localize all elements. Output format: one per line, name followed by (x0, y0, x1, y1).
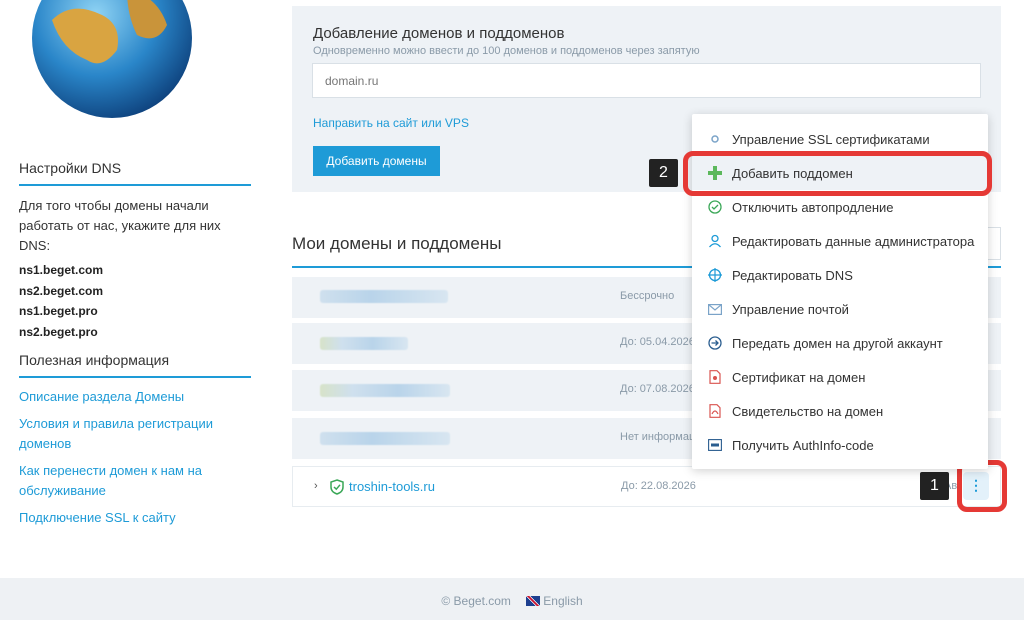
menu-item-edit-dns[interactable]: Редактировать DNS (692, 258, 988, 292)
add-domains-subtitle: Одновременно можно ввести до 100 доменов… (313, 45, 700, 57)
menu-item-mail[interactable]: Управление почтой (692, 292, 988, 326)
link-registration-rules[interactable]: Условия и правила регистрации доменов (19, 414, 251, 455)
footer: © Beget.com English (0, 578, 1024, 620)
useful-info-title: Полезная информация (19, 352, 251, 378)
transfer-icon (707, 335, 723, 351)
menu-item-label: Редактировать данные администратора (732, 233, 975, 249)
menu-item-authinfo[interactable]: Получить AuthInfo-code (692, 428, 988, 462)
menu-item-label: Свидетельство на домен (732, 403, 884, 419)
highlight-ring-add-subdomain (683, 151, 992, 196)
copyright-text: © Beget.com (441, 594, 511, 608)
link-ssl-connect[interactable]: Подключение SSL к сайту (19, 508, 251, 529)
domain-status: До: 22.08.2026 (621, 480, 696, 492)
link-transfer-domain[interactable]: Как перенести домен к нам на обслуживани… (19, 461, 251, 502)
step-badge-2: 2 (649, 159, 678, 187)
domain-status: До: 07.08.2026 (620, 383, 695, 395)
menu-item-label: Передать домен на другой аккаунт (732, 335, 943, 351)
globe-logo-icon (32, 0, 192, 118)
blurred-domain-name (320, 337, 408, 350)
step-badge-1: 1 (920, 472, 949, 500)
chevron-right-icon[interactable]: › (314, 480, 318, 492)
menu-item-label: Управление почтой (732, 301, 849, 317)
useful-info-section: Полезная информация Описание раздела Дом… (19, 352, 251, 528)
menu-item-label: Сертификат на домен (732, 369, 866, 385)
menu-item-label: Получить AuthInfo-code (732, 437, 874, 453)
blurred-domain-name (320, 290, 448, 303)
blurred-domain-name (320, 384, 450, 397)
dns-settings-text: Для того чтобы домены начали работать от… (19, 198, 221, 253)
pdf-icon (707, 403, 723, 419)
link-domains-description[interactable]: Описание раздела Домены (19, 387, 251, 408)
menu-item-label: Отключить автопродление (732, 199, 894, 215)
sidebar: Настройки DNS Для того чтобы домены нача… (0, 0, 270, 578)
envelope-icon (707, 301, 723, 317)
nameserver: ns1.beget.com (19, 263, 104, 277)
domain-input[interactable] (312, 63, 981, 98)
menu-item-label: Управление SSL сертификатами (732, 131, 930, 147)
user-icon (707, 233, 723, 249)
uk-flag-icon (526, 596, 541, 606)
menu-item-transfer[interactable]: Передать домен на другой аккаунт (692, 326, 988, 360)
nameserver: ns2.beget.com (19, 283, 104, 298)
nameserver: ns1.beget.pro (19, 304, 98, 318)
menu-item-certificate[interactable]: Сертификат на домен (692, 360, 988, 394)
blurred-domain-name (320, 432, 450, 445)
menu-item-domain-testimony[interactable]: Свидетельство на домен (692, 394, 988, 428)
domain-status: До: 05.04.2026 (620, 336, 695, 348)
nameserver: ns2.beget.pro (19, 324, 98, 339)
add-domains-title: Добавление доменов и поддоменов (313, 25, 565, 42)
crosshair-icon (707, 267, 723, 283)
menu-item-label: Редактировать DNS (732, 267, 853, 283)
shield-check-icon (330, 479, 344, 495)
authinfo-icon (707, 437, 723, 453)
domain-row-troshin-tools[interactable]: › troshin-tools.ru До: 22.08.2026 (292, 466, 1001, 507)
ssl-icon (707, 131, 723, 147)
menu-item-edit-admin[interactable]: Редактировать данные администратора (692, 224, 988, 258)
my-domains-title: Мои домены и поддомены (292, 234, 502, 253)
redirect-link[interactable]: Направить на сайт или VPS (313, 116, 469, 130)
language-link[interactable]: English (543, 594, 582, 608)
domain-name-link[interactable]: troshin-tools.ru (349, 479, 435, 494)
add-domains-button[interactable]: Добавить домены (313, 146, 440, 176)
domain-status: Бессрочно (620, 290, 675, 302)
certificate-icon (707, 369, 723, 385)
check-circle-icon (707, 199, 723, 215)
dns-settings-section: Настройки DNS Для того чтобы домены нача… (19, 160, 251, 342)
dns-settings-title: Настройки DNS (19, 160, 251, 186)
